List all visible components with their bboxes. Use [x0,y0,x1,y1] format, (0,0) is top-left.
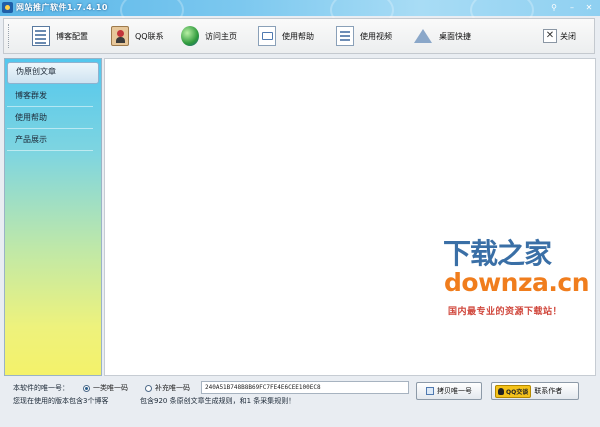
blog-config-label: 博客配置 [56,31,88,41]
sidebar-item-label: 使用帮助 [15,113,47,122]
sidebar: 伪原创文章 博客群发 使用帮助 产品展示 [4,58,102,376]
title-bar: 网站推广软件1.7.4.10 ⚲ – ✕ [0,0,600,30]
video-document-icon [336,26,354,46]
radio-unselected-icon[interactable] [145,384,152,392]
rules-info: 包含920 条原创文章生成规则，和1 条采集规则！ [140,397,296,405]
contact-author-button[interactable]: QQ交谈 联系作者 [491,382,579,400]
contact-author-label: 联系作者 [534,387,563,395]
video-label: 使用视频 [360,31,392,41]
watermark-url: downza.cn [444,268,590,297]
qq-contact-button[interactable]: QQ联系 [111,25,164,47]
close-icon: ✕ [543,29,557,43]
qq-contact-icon [111,26,129,46]
version-info: 您现在使用的版本包含3个博客 [13,397,109,405]
help-label: 使用帮助 [282,31,314,41]
divider [7,150,93,151]
unique-code-label: 本软件的唯一号： [13,384,69,392]
video-button[interactable]: 使用视频 [336,25,392,47]
qq-chat-badge: QQ交谈 [495,384,532,398]
copy-unique-code-button[interactable]: 拷贝唯一号 [416,382,482,400]
sidebar-item-label: 产品展示 [15,135,47,144]
toolbar-grip [8,24,12,48]
main-content-area [104,58,596,376]
search-icon[interactable]: ⚲ [548,2,560,13]
radio-selected-icon[interactable] [83,384,90,392]
copy-button-label: 拷贝唯一号 [437,387,472,395]
divider [7,106,93,107]
status-bar: 本软件的唯一号： 一类唯一码 补充唯一码 240A51B748B8B69FC7F… [0,378,600,427]
visit-homepage-label: 访问主页 [205,31,237,41]
blog-config-button[interactable]: 博客配置 [32,25,88,47]
sidebar-item-label: 博客群发 [15,91,47,100]
radio-primary-label: 一类唯一码 [93,384,128,392]
sidebar-item-label: 伪原创文章 [16,67,56,76]
window-title: 网站推广软件1.7.4.10 [16,3,108,12]
sidebar-item-help[interactable]: 使用帮助 [7,108,99,129]
qq-badge-label: QQ交谈 [506,388,529,396]
radio-secondary-code[interactable]: 补充唯一码 [145,383,190,393]
watermark-title: 下载之家 [443,237,552,270]
watermark-tagline: 国内最专业的资源下载站！ [448,307,563,317]
close-app-label: 关闭 [560,31,576,41]
qq-contact-label: QQ联系 [135,31,164,41]
help-window-icon [258,26,276,46]
minimize-button[interactable]: – [566,2,578,13]
desktop-shortcut-label: 桌面快捷 [439,31,471,41]
desktop-shortcut-button[interactable]: 桌面快捷 [413,25,471,47]
app-icon [2,2,13,13]
help-button[interactable]: 使用帮助 [258,25,314,47]
qq-penguin-icon [498,387,504,395]
globe-icon [181,26,199,46]
window-close-button[interactable]: ✕ [583,2,595,13]
toolbar: 博客配置 QQ联系 访问主页 使用帮助 使用视频 桌面快捷 ✕ 关闭 [3,18,595,54]
divider [7,128,93,129]
unique-code-field[interactable]: 240A51B748B8B69FC7FE4E6CEE100EC8 [201,381,409,394]
radio-secondary-label: 补充唯一码 [155,384,190,392]
sidebar-item-pseudo-original-article[interactable]: 伪原创文章 [7,62,99,84]
visit-homepage-button[interactable]: 访问主页 [181,25,237,47]
sidebar-item-blog-mass-post[interactable]: 博客群发 [7,86,99,107]
radio-primary-code[interactable]: 一类唯一码 [83,383,128,393]
desktop-shortcut-icon [413,26,433,46]
copy-icon [426,387,434,395]
close-app-button[interactable]: ✕ 关闭 [543,25,576,47]
sidebar-item-products[interactable]: 产品展示 [7,130,99,151]
config-document-icon [32,26,50,46]
